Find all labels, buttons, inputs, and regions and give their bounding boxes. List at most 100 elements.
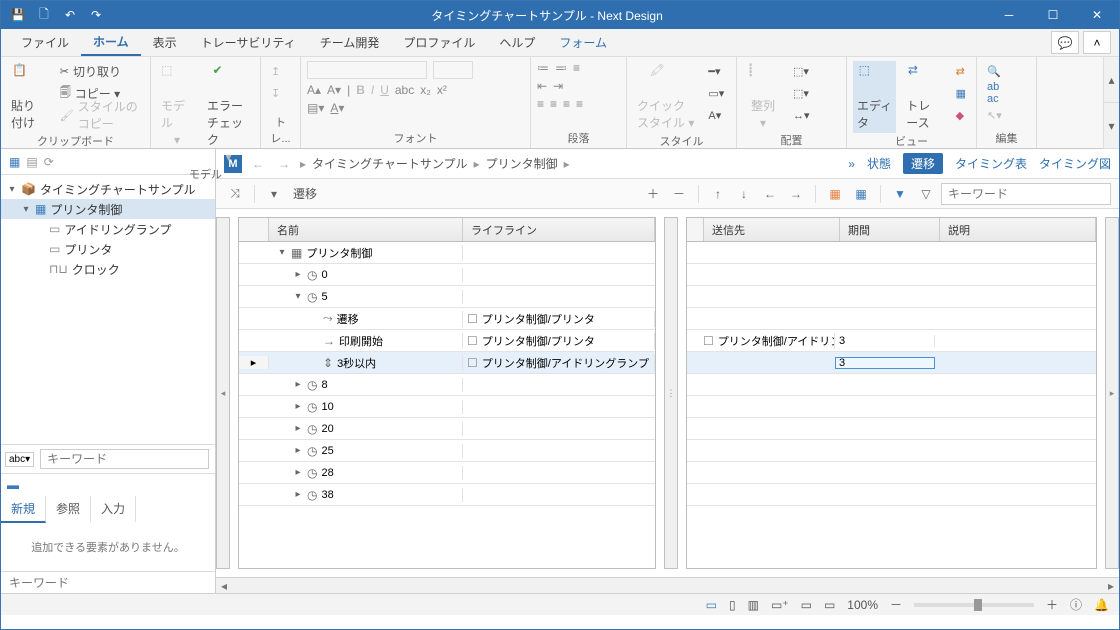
table-row[interactable]	[687, 396, 1096, 418]
find-icon[interactable]: 🔍	[983, 61, 1006, 81]
paste-button[interactable]: 📋貼り付け	[7, 61, 50, 133]
highlight-icon[interactable]: ▤▾	[307, 101, 324, 115]
table-row[interactable]: ▸◷ 20	[239, 418, 655, 440]
ribbon-scroll-down[interactable]: ▾	[1104, 103, 1119, 149]
table-row[interactable]: ▸◷ 28	[239, 462, 655, 484]
add-icon[interactable]: ＋	[642, 183, 664, 205]
breadcrumb-item[interactable]: プリンタ制御	[486, 155, 558, 172]
layout3-icon[interactable]: ▥	[748, 598, 759, 612]
table-row[interactable]: → 印刷開始☐ プリンタ制御/プリンタ	[239, 330, 655, 352]
menu-item-2[interactable]: 表示	[141, 29, 189, 56]
table-row[interactable]: ▾▦ プリンタ制御	[239, 242, 655, 264]
zoom-out-icon[interactable]: －	[890, 596, 902, 613]
font-color-icon[interactable]: A▾	[330, 101, 344, 115]
grid-splitter[interactable]: ⋮	[664, 217, 678, 569]
remove-icon[interactable]: －	[668, 183, 690, 205]
table-row[interactable]: ☐ プリンタ制御/アイドリング:3	[687, 330, 1096, 352]
transition-detail-grid[interactable]: 送信先期間説明 ☐ プリンタ制御/アイドリング:33	[686, 217, 1097, 569]
move-left-icon[interactable]: ←	[759, 183, 781, 205]
table-row[interactable]: ▸◷ 25	[239, 440, 655, 462]
feedback-button[interactable]: 💬	[1051, 31, 1079, 54]
menu-item-0[interactable]: ファイル	[9, 29, 81, 56]
trace-up-icon[interactable]: ↥	[267, 61, 284, 81]
explorer-view-icon[interactable]: ▦	[9, 155, 20, 169]
minimize-button[interactable]: ─	[987, 1, 1031, 29]
filter-type-icon[interactable]: abc▾	[5, 452, 34, 467]
grid1-icon[interactable]: ▦	[824, 183, 846, 205]
close-button[interactable]: ✕	[1075, 1, 1119, 29]
align-button[interactable]: ┋整列▾	[743, 61, 783, 132]
layout6-icon[interactable]: ▭	[824, 598, 835, 612]
table-row[interactable]	[687, 286, 1096, 308]
view-timingtable-link[interactable]: タイミング表	[955, 155, 1027, 172]
explorer-refresh-icon[interactable]: ⟳	[44, 155, 54, 169]
table-row[interactable]	[687, 484, 1096, 506]
table-row[interactable]: ▸◷ 38	[239, 484, 655, 506]
table-row[interactable]	[687, 462, 1096, 484]
palette-tab[interactable]: 入力	[91, 496, 136, 523]
table-row[interactable]	[687, 440, 1096, 462]
trace-down-icon[interactable]: ↧	[267, 83, 284, 103]
table-row[interactable]	[687, 308, 1096, 330]
breadcrumb-more[interactable]: »	[848, 157, 855, 171]
menu-item-6[interactable]: ヘルプ	[487, 29, 547, 56]
zoom-slider[interactable]	[914, 603, 1034, 607]
error-check-button[interactable]: ✔エラーチェック▾	[203, 61, 254, 166]
explorer-layers-icon[interactable]: ▤	[26, 155, 37, 169]
clear-filter-icon[interactable]: ▽	[915, 183, 937, 205]
table-row[interactable]	[687, 264, 1096, 286]
menu-item-4[interactable]: チーム開発	[308, 29, 392, 56]
maximize-button[interactable]: ☐	[1031, 1, 1075, 29]
menu-item-3[interactable]: トレーサビリティ	[189, 29, 308, 56]
table-row[interactable]: ▸◷ 10	[239, 396, 655, 418]
cut-button[interactable]: ✂ 切り取り	[56, 61, 144, 81]
palette-tab[interactable]: 新規	[1, 496, 46, 523]
menu-item-1[interactable]: ホーム	[81, 29, 141, 56]
tree-item[interactable]: ⊓⊔ クロック	[1, 259, 215, 279]
undo-icon[interactable]: ↶	[59, 4, 81, 26]
nav-fwd-icon[interactable]: →	[274, 157, 294, 171]
view-state-link[interactable]: 状態	[867, 155, 891, 172]
table-row[interactable]: ▸◷ 8	[239, 374, 655, 396]
view-transition-link[interactable]: 遷移	[903, 153, 943, 174]
model-tree[interactable]: ▾📦 タイミングチャートサンプル ▾▦ プリンタ制御 ▭ アイドリングランプ▭ …	[1, 175, 215, 444]
table-row[interactable]: ⤳ 遷移☐ プリンタ制御/プリンタ	[239, 308, 655, 330]
layout4-icon[interactable]: ▭⁺	[771, 598, 789, 612]
tree-item[interactable]: ▭ アイドリングランプ	[1, 219, 215, 239]
trace-view-button[interactable]: ⇄トレース	[902, 61, 945, 133]
redo-icon[interactable]: ↷	[85, 4, 107, 26]
move-down-icon[interactable]: ↓	[733, 183, 755, 205]
replace-icon[interactable]: abac	[983, 83, 1006, 103]
model-button[interactable]: ⬚モデル▾	[157, 61, 197, 149]
table-row[interactable]	[687, 418, 1096, 440]
right-gutter-handle[interactable]: ▸	[1105, 217, 1119, 569]
notify-icon[interactable]: 🔔	[1094, 598, 1109, 612]
view-timingchart-link[interactable]: タイミング図	[1039, 155, 1111, 172]
zoom-in-icon[interactable]: ＋	[1046, 596, 1058, 613]
info-icon[interactable]: ⓘ	[1070, 596, 1082, 613]
quick-style-button[interactable]: 🖍クイック スタイル ▾	[633, 61, 698, 133]
shuffle-icon[interactable]: ⤨	[224, 183, 246, 205]
table-row[interactable]	[687, 374, 1096, 396]
table-row[interactable]	[687, 242, 1096, 264]
menu-item-5[interactable]: プロファイル	[391, 29, 487, 56]
filter-icon[interactable]: ▼	[889, 183, 911, 205]
font-family-selector[interactable]	[307, 61, 427, 79]
table-row[interactable]: ▾◷ 5	[239, 286, 655, 308]
new-element-icon[interactable]: ▬	[7, 478, 19, 492]
layout2-icon[interactable]: ▯	[729, 598, 736, 612]
font-size-selector[interactable]	[433, 61, 473, 79]
table-row[interactable]: ▸◷ 0	[239, 264, 655, 286]
format-painter-button[interactable]: 🖌 スタイルのコピー	[56, 105, 144, 125]
horizontal-scrollbar[interactable]: ◂▸	[216, 577, 1119, 593]
breadcrumb-item[interactable]: タイミングチャートサンプル	[312, 155, 468, 172]
new-icon[interactable]: 🗋	[33, 4, 55, 26]
menu-item-7[interactable]: フォーム	[547, 29, 619, 56]
move-up-icon[interactable]: ↑	[707, 183, 729, 205]
save-icon[interactable]: 💾	[7, 4, 29, 26]
editor-view-button[interactable]: ⬚エディタ	[853, 61, 896, 133]
move-right-icon[interactable]: →	[785, 183, 807, 205]
left-gutter-handle[interactable]: ◂	[216, 217, 230, 569]
table-row[interactable]: ▸⇕ 3秒以内☐ プリンタ制御/アイドリングランプ	[239, 352, 655, 374]
palette-tab[interactable]: 参照	[46, 496, 91, 523]
